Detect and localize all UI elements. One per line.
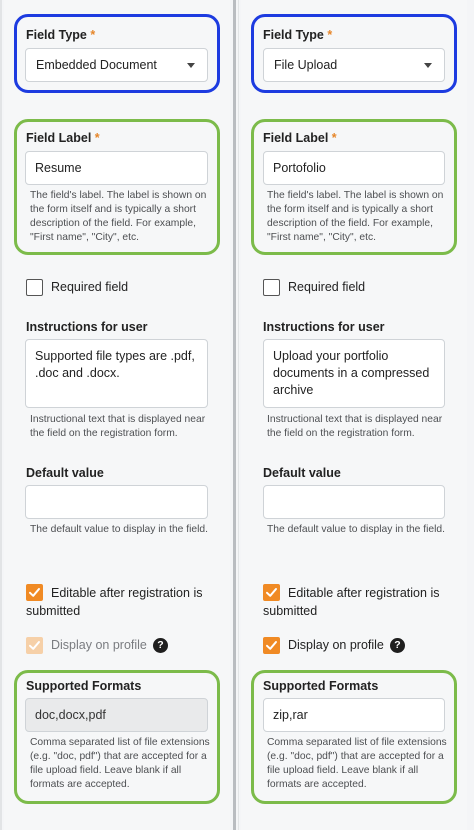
right-field-editor: Field Type * File Upload Field Label * P…	[241, 0, 467, 830]
display-on-profile-checkbox[interactable]	[263, 637, 280, 654]
display-on-profile-label: Display on profile	[288, 638, 384, 652]
required-field-label: Required field	[51, 280, 129, 294]
field-type-select[interactable]: Embedded Document	[25, 48, 208, 82]
chevron-down-icon	[187, 63, 195, 68]
field-label-help: The field's label. The label is shown on…	[30, 190, 207, 243]
panel-divider-line	[238, 0, 239, 830]
field-label-label: Field Label *	[26, 131, 100, 145]
field-label-value: Portofolio	[273, 161, 326, 175]
instructions-value: Supported file types are .pdf, .doc and …	[35, 349, 195, 380]
help-icon[interactable]: ?	[390, 638, 405, 653]
default-value-label: Default value	[26, 466, 104, 480]
default-value-label: Default value	[263, 466, 341, 480]
field-label-help: The field's label. The label is shown on…	[267, 190, 444, 243]
default-value-help: The default value to display in the fiel…	[30, 524, 209, 535]
supported-formats-input: doc,docx,pdf	[25, 698, 208, 732]
display-on-profile-label: Display on profile	[51, 638, 147, 652]
field-label-input[interactable]: Portofolio	[263, 151, 445, 185]
instructions-textarea[interactable]: Upload your portfolio documents in a com…	[263, 339, 445, 408]
instructions-label: Instructions for user	[26, 320, 148, 334]
display-on-profile-checkbox	[26, 637, 43, 654]
required-field-checkbox[interactable]	[263, 279, 280, 296]
supported-formats-help: Comma separated list of file extensions …	[267, 737, 447, 790]
help-icon[interactable]: ?	[153, 638, 168, 653]
supported-formats-help: Comma separated list of file extensions …	[30, 737, 210, 790]
required-field-checkbox[interactable]	[26, 279, 43, 296]
field-label-label: Field Label *	[263, 131, 337, 145]
default-value-input[interactable]	[25, 485, 208, 519]
instructions-label: Instructions for user	[263, 320, 385, 334]
left-field-editor: Field Type * Embedded Document Field Lab…	[4, 0, 230, 830]
checkmark-icon	[266, 641, 277, 650]
supported-formats-value: doc,docx,pdf	[35, 708, 106, 722]
required-field-label: Required field	[288, 280, 366, 294]
default-value-input[interactable]	[263, 485, 445, 519]
field-type-label: Field Type *	[263, 28, 333, 42]
supported-formats-value: zip,rar	[273, 708, 308, 722]
instructions-help: Instructional text that is displayed nea…	[267, 414, 443, 439]
left-edge	[0, 0, 2, 830]
instructions-value: Upload your portfolio documents in a com…	[273, 349, 430, 397]
field-type-value: File Upload	[274, 58, 338, 72]
field-type-select[interactable]: File Upload	[263, 48, 445, 82]
instructions-textarea[interactable]: Supported file types are .pdf, .doc and …	[25, 339, 208, 408]
editable-label: Editable after registration is submitted	[263, 586, 440, 618]
instructions-help: Instructional text that is displayed nea…	[30, 414, 206, 439]
field-label-value: Resume	[35, 161, 82, 175]
field-label-input[interactable]: Resume	[25, 151, 208, 185]
panel-divider	[233, 0, 236, 830]
supported-formats-label: Supported Formats	[263, 679, 379, 693]
field-type-value: Embedded Document	[36, 58, 157, 72]
field-type-label: Field Type *	[26, 28, 96, 42]
chevron-down-icon	[424, 63, 432, 68]
editable-label: Editable after registration is submitted	[26, 586, 203, 618]
supported-formats-label: Supported Formats	[26, 679, 142, 693]
default-value-help: The default value to display in the fiel…	[267, 524, 446, 535]
supported-formats-input[interactable]: zip,rar	[263, 698, 445, 732]
checkmark-icon	[29, 641, 40, 650]
